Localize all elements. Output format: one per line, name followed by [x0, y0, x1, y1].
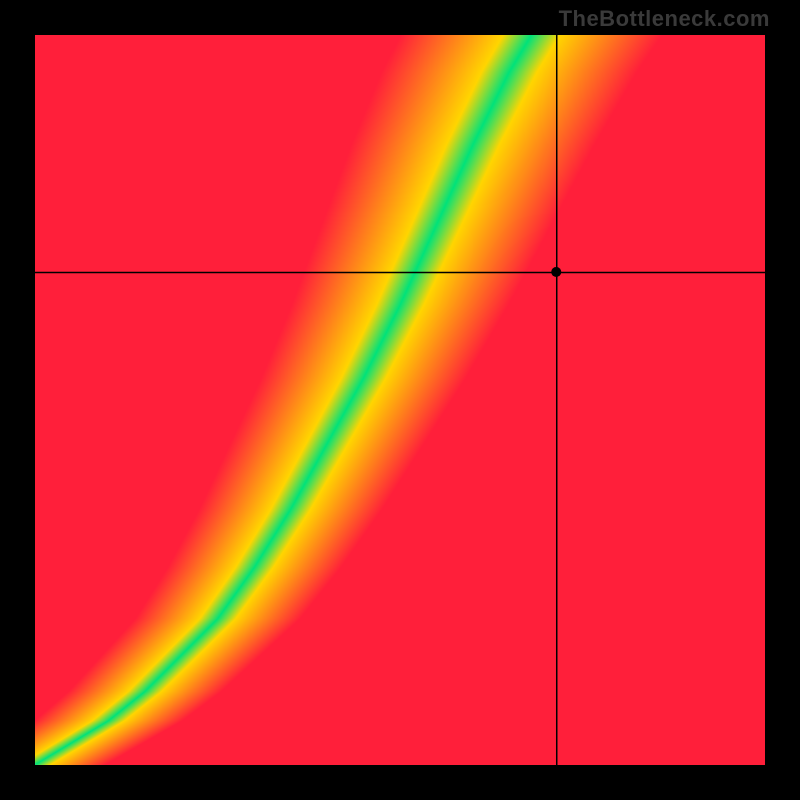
watermark-text: TheBottleneck.com — [559, 6, 770, 32]
heatmap-canvas — [35, 35, 765, 765]
chart-frame: TheBottleneck.com — [0, 0, 800, 800]
